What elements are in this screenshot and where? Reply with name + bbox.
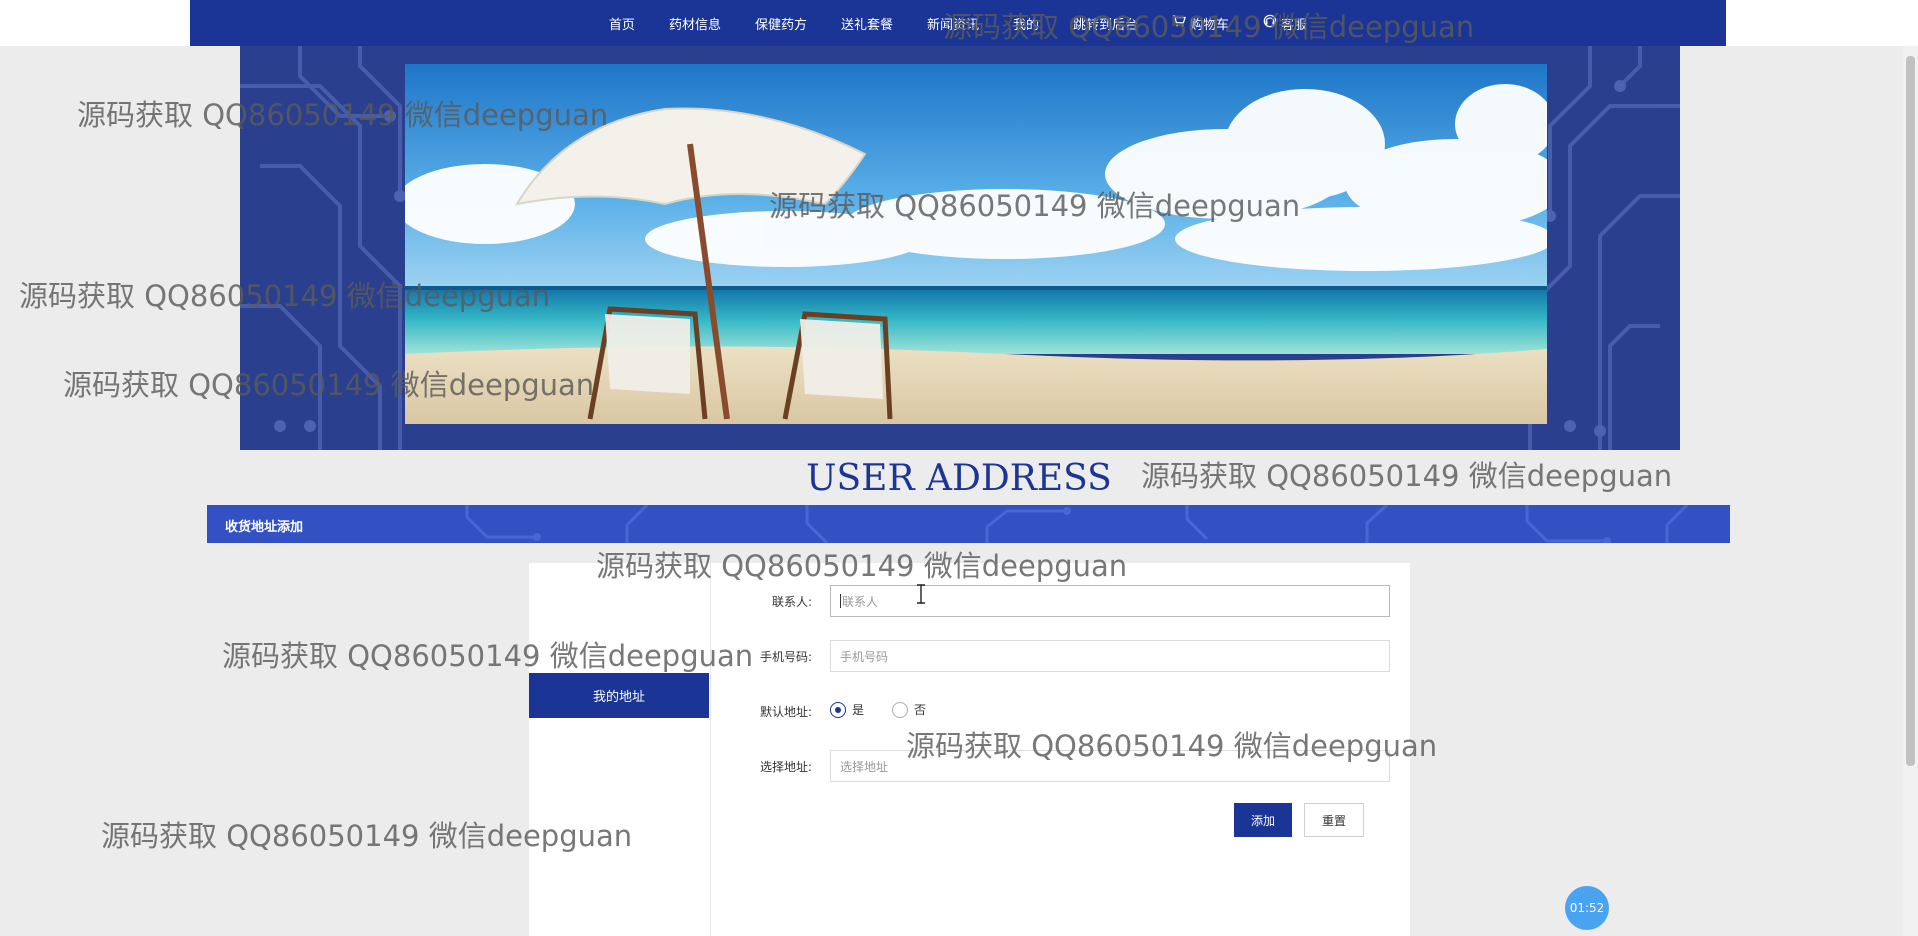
- nav-item-prescriptions[interactable]: 保健药方: [738, 14, 824, 33]
- nav-item-home[interactable]: 首页: [592, 14, 652, 33]
- nav-item-label: 药材信息: [668, 17, 721, 33]
- page: 首页 药材信息 保健药方 送礼套餐 新闻资讯 我的 跳转到后台 购物车 客服 U…: [0, 0, 1918, 936]
- nav-item-news[interactable]: 新闻资讯: [910, 14, 996, 33]
- nav-item-cart[interactable]: 购物车: [1155, 14, 1246, 33]
- top-nav: 首页 药材信息 保健药方 送礼套餐 新闻资讯 我的 跳转到后台 购物车 客服: [190, 0, 1726, 46]
- reset-button[interactable]: 重置: [1304, 803, 1364, 837]
- band-pattern: [465, 505, 1689, 543]
- radio-no-label: 否: [914, 703, 927, 717]
- add-button[interactable]: 添加: [1234, 803, 1292, 837]
- section-band: 收货地址添加: [207, 505, 1730, 543]
- sidebar-item-label: 我的地址: [592, 690, 645, 705]
- band-label: 收货地址添加: [225, 520, 304, 535]
- select-address-label: 选择地址:: [759, 760, 812, 774]
- contact-label: 联系人:: [771, 595, 812, 609]
- nav-item-backend[interactable]: 跳转到后台: [1056, 14, 1155, 33]
- address-placeholder: 选择地址: [840, 759, 889, 774]
- default-address-label: 默认地址:: [759, 705, 812, 719]
- contact-placeholder: 联系人: [842, 594, 879, 609]
- nav-item-label: 首页: [608, 17, 635, 33]
- radio-no[interactable]: [892, 701, 908, 718]
- nav-item-service[interactable]: 客服: [1246, 14, 1324, 33]
- nav-item-label: 保健药方: [754, 17, 807, 33]
- nav-item-label: 跳转到后台: [1073, 17, 1139, 33]
- address-select[interactable]: 选择地址: [830, 750, 1390, 782]
- sidebar-divider: [710, 563, 711, 936]
- default-yes-option[interactable]: 是: [830, 701, 864, 718]
- timer-badge[interactable]: 01:52: [1565, 886, 1609, 930]
- cart-icon: [1172, 14, 1187, 32]
- default-no-option[interactable]: 否: [892, 701, 926, 718]
- nav-item-label: 购物车: [1190, 17, 1230, 33]
- nav-item-label: 新闻资讯: [926, 17, 979, 33]
- phone-placeholder: 手机号码: [840, 649, 889, 664]
- headset-icon: [1263, 14, 1277, 32]
- text-cursor-icon: [917, 584, 925, 604]
- nav-item-mine[interactable]: 我的: [996, 14, 1056, 33]
- page-title: USER ADDRESS: [806, 458, 1112, 499]
- sidebar-item-my-address[interactable]: 我的地址: [529, 673, 709, 718]
- radio-yes-label: 是: [852, 703, 865, 717]
- contact-input[interactable]: 联系人: [830, 585, 1390, 617]
- phone-label: 手机号码:: [759, 650, 812, 664]
- text-caret: [840, 594, 841, 608]
- nav-item-herbs[interactable]: 药材信息: [652, 14, 738, 33]
- nav-item-gift-sets[interactable]: 送礼套餐: [824, 14, 910, 33]
- phone-input[interactable]: 手机号码: [830, 640, 1390, 672]
- page-scrollbar[interactable]: [1903, 46, 1918, 936]
- nav-item-label: 客服: [1281, 17, 1308, 33]
- scrollbar-thumb[interactable]: [1906, 56, 1915, 766]
- nav-item-label: 我的: [1013, 17, 1040, 33]
- beach-banner-image: [405, 64, 1547, 424]
- radio-yes[interactable]: [830, 701, 846, 718]
- nav-item-label: 送礼套餐: [840, 17, 893, 33]
- address-form-card: 我的地址 联系人: 联系人 手机号码: 手机号码 默认地址: 是 否 选择地址:…: [529, 563, 1410, 936]
